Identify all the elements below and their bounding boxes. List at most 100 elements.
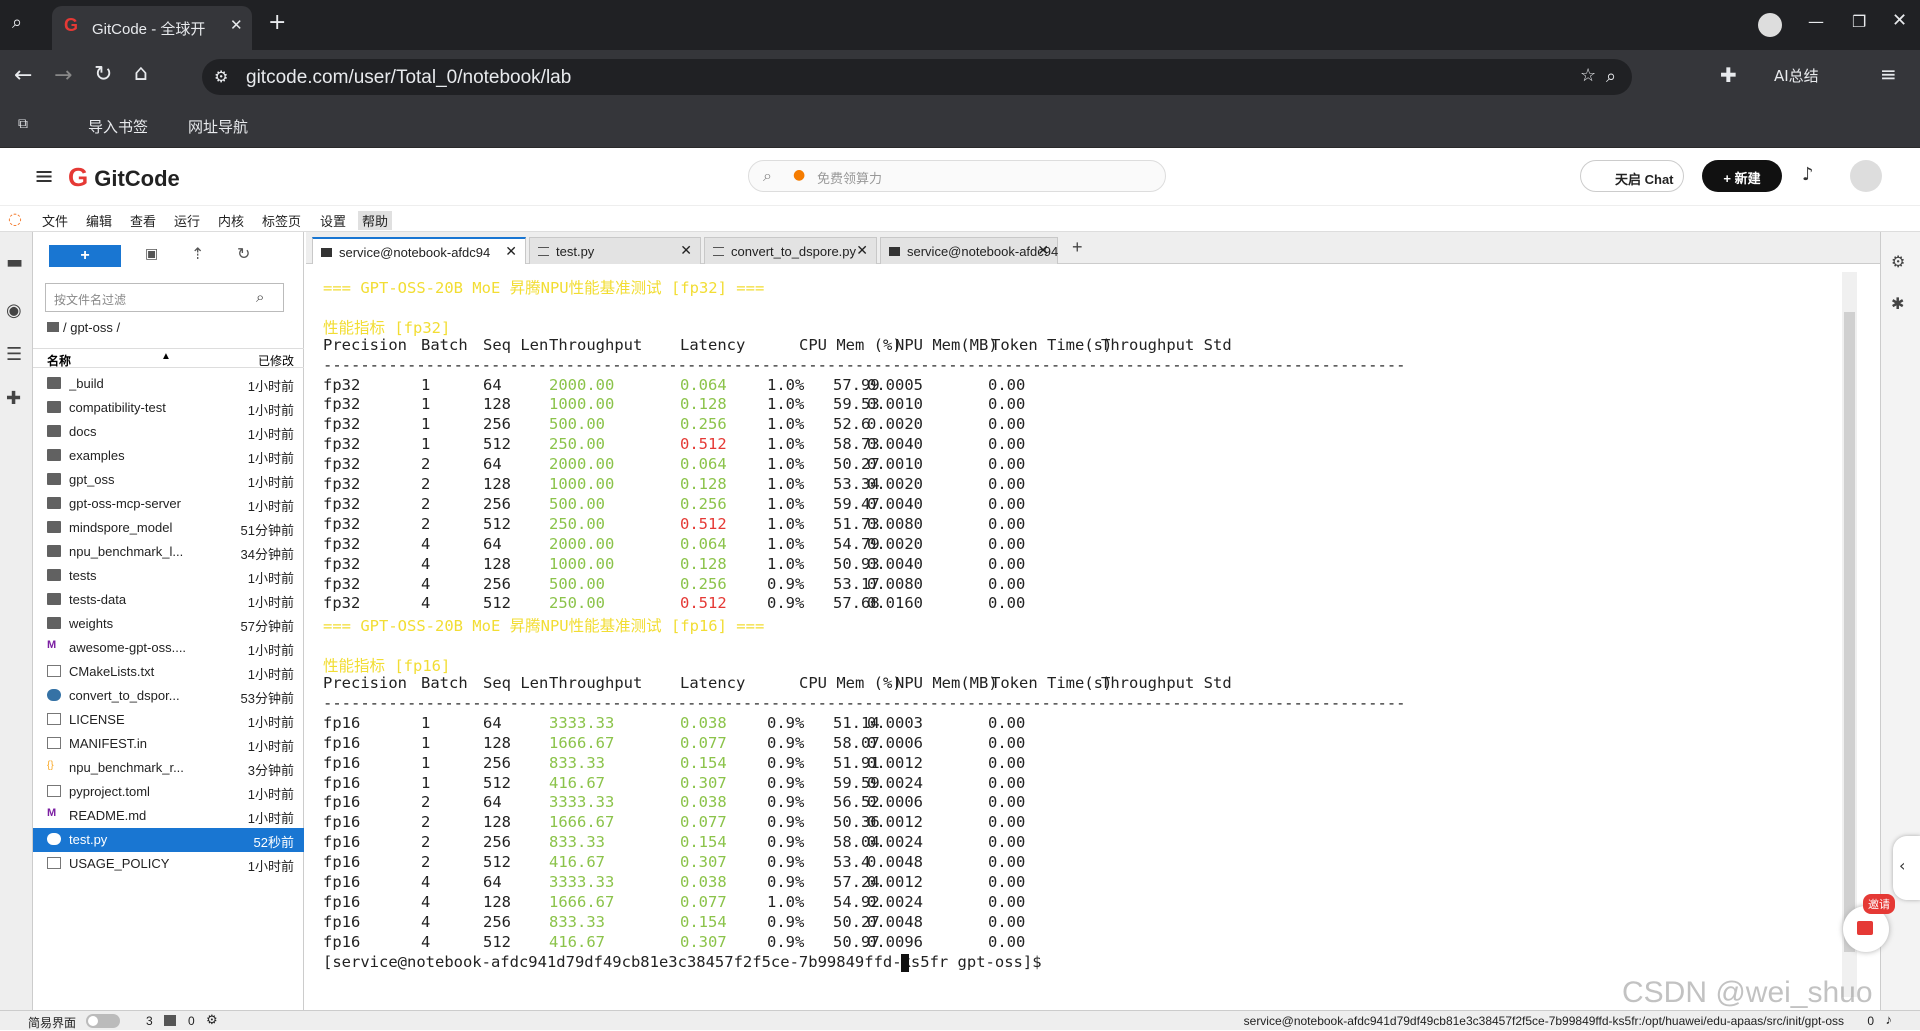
folder-icon[interactable]: ▬ — [6, 252, 23, 273]
file-row[interactable]: _build 1小时前 — [33, 372, 304, 396]
menu-view[interactable]: 查看 — [130, 211, 156, 230]
close-tab-icon[interactable]: ✕ — [505, 243, 517, 260]
bookmark-import[interactable]: 导入书签 — [88, 116, 148, 137]
site-info-icon[interactable]: ⚙ — [214, 67, 228, 86]
gitcode-logo[interactable]: G GitCode — [68, 162, 180, 193]
col-name-header[interactable]: 名称 — [47, 352, 71, 369]
close-tab-icon[interactable]: ✕ — [230, 16, 243, 34]
reload-icon[interactable]: ↻ — [94, 62, 112, 87]
forward-icon[interactable]: → — [54, 63, 72, 88]
file-row[interactable]: mindspore_model 51分钟前 — [33, 516, 304, 540]
file-row[interactable]: weights 57分钟前 — [33, 612, 304, 636]
tab-search-icon[interactable]: ⌕ — [12, 12, 22, 33]
bell-icon[interactable]: ♪ — [1802, 164, 1814, 185]
file-modified: 1小时前 — [247, 811, 294, 826]
simple-mode-toggle[interactable] — [86, 1014, 120, 1028]
bookmark-star-icon[interactable]: ☆ — [1580, 65, 1596, 86]
menu-file[interactable]: 文件 — [42, 211, 68, 230]
file-row[interactable]: convert_to_dspor... 53分钟前 — [33, 684, 304, 708]
file-row[interactable]: tests-data 1小时前 — [33, 588, 304, 612]
terminal-cell: 0.077 — [680, 733, 727, 752]
extension-icon[interactable]: ✚ — [6, 388, 21, 409]
file-row[interactable]: pyproject.toml 1小时前 — [33, 780, 304, 804]
tianqi-chat-button[interactable]: 天启 Chat — [1580, 160, 1684, 192]
file-row[interactable]: USAGE_POLICY 1小时前 — [33, 852, 304, 876]
menu-settings[interactable]: 设置 — [320, 211, 346, 230]
terminal-cell: fp16 — [323, 813, 361, 832]
user-avatar[interactable] — [1850, 160, 1882, 192]
file-row[interactable]: gpt-oss-mcp-server 1小时前 — [33, 492, 304, 516]
browser-tab[interactable]: G GitCode - 全球开 ✕ — [52, 6, 252, 50]
notification-bell-icon[interactable]: ♪ — [1886, 1012, 1893, 1027]
terminal-status-icon[interactable] — [164, 1015, 176, 1026]
col-modified-header[interactable]: 已修改 — [258, 352, 294, 369]
doc-tab[interactable]: service@notebook-afdc94 ✕ — [312, 237, 526, 264]
invite-widget[interactable]: 邀请 — [1843, 894, 1895, 952]
doc-tab[interactable]: test.py ✕ — [529, 237, 701, 264]
file-row[interactable]: Mawesome-gpt-oss.... 1小时前 — [33, 636, 304, 660]
running-icon[interactable]: ◉ — [6, 300, 22, 321]
menu-help[interactable]: 帮助 — [358, 211, 393, 230]
file-row[interactable]: LICENSE 1小时前 — [33, 708, 304, 732]
file-filter-input[interactable]: 按文件名过滤 ⌕ — [45, 283, 284, 312]
profile-avatar-icon[interactable] — [1758, 13, 1782, 37]
minimize-icon[interactable]: — — [1808, 12, 1824, 31]
menu-tabs[interactable]: 标签页 — [262, 211, 301, 230]
property-inspector-icon[interactable]: ⚙ — [1891, 252, 1905, 271]
refresh-icon[interactable]: ↻ — [237, 244, 250, 263]
terminal-cell: 1000.00 — [549, 475, 615, 493]
hamburger-icon[interactable]: ≡ — [34, 162, 54, 190]
debugger-icon[interactable]: ✱ — [1891, 294, 1904, 313]
file-row[interactable]: test.py 52秒前 — [33, 828, 304, 852]
doc-tab[interactable]: convert_to_dspore.py ✕ — [704, 237, 877, 264]
add-tab-icon[interactable]: + — [1072, 237, 1083, 258]
menu-edit[interactable]: 编辑 — [86, 211, 112, 230]
toc-icon[interactable]: ☰ — [6, 344, 22, 365]
file-row[interactable]: examples 1小时前 — [33, 444, 304, 468]
file-row[interactable]: {} npu_benchmark_r... 3分钟前 — [33, 756, 304, 780]
close-window-icon[interactable]: ✕ — [1892, 10, 1907, 31]
doc-tab[interactable]: service@notebook-afdc94 ✕ — [880, 237, 1058, 264]
restore-icon[interactable]: ❐ — [1852, 12, 1866, 31]
close-tab-icon[interactable]: ✕ — [680, 242, 692, 259]
file-row[interactable]: gpt_oss 1小时前 — [33, 468, 304, 492]
url-field[interactable]: ⚙ gitcode.com/user/Total_0/notebook/lab … — [202, 59, 1632, 95]
file-row[interactable]: docs 1小时前 — [33, 420, 304, 444]
file-icon — [47, 737, 61, 749]
terminal-panel[interactable]: === GPT-OSS-20B MoE 昇腾NPU性能基准测试 [fp32] =… — [312, 272, 1857, 997]
ai-summary-button[interactable]: AI总结 — [1774, 65, 1819, 86]
collapse-panel-button[interactable]: ‹ — [1893, 836, 1920, 900]
file-row[interactable]: npu_benchmark_l... 34分钟前 — [33, 540, 304, 564]
new-folder-icon[interactable]: ▣ — [145, 246, 158, 262]
scroll-thumb[interactable] — [1844, 312, 1855, 952]
file-row[interactable]: tests 1小时前 — [33, 564, 304, 588]
home-icon[interactable]: ⌂ — [134, 61, 148, 86]
site-search-input[interactable]: ⌕ ● 免费领算力 — [748, 160, 1166, 192]
upload-icon[interactable]: ⇡ — [191, 244, 204, 263]
terminal-cell: 0.307 — [680, 773, 727, 792]
new-tab-icon[interactable]: + — [268, 10, 286, 35]
zoom-icon[interactable]: ⌕ — [1606, 66, 1616, 87]
terminal-scrollbar[interactable] — [1842, 272, 1857, 997]
close-tab-icon[interactable]: ✕ — [1037, 242, 1049, 259]
new-launcher-button[interactable]: + — [49, 245, 121, 267]
extensions-icon[interactable]: ✚ — [1720, 63, 1737, 87]
gift-icon — [1857, 921, 1873, 935]
close-tab-icon[interactable]: ✕ — [856, 242, 868, 259]
menu-icon[interactable]: ≡ — [1880, 62, 1897, 86]
sort-asc-icon[interactable]: ▲ — [161, 351, 171, 362]
terminal-cell: 2 — [421, 833, 431, 852]
breadcrumb[interactable]: / gpt-oss / — [47, 320, 120, 335]
menu-run[interactable]: 运行 — [174, 211, 200, 230]
new-button[interactable]: + 新建 — [1702, 160, 1782, 192]
file-row[interactable]: compatibility-test 1小时前 — [33, 396, 304, 420]
bookmark-nav[interactable]: 网址导航 — [188, 116, 248, 137]
kernel-status-icon[interactable]: ⚙ — [206, 1012, 218, 1028]
terminal-cell: fp32 — [323, 375, 361, 394]
menu-kernel[interactable]: 内核 — [218, 211, 244, 230]
file-row[interactable]: M README.md 1小时前 — [33, 804, 304, 828]
tabs-icon[interactable]: ⧉ — [18, 116, 28, 132]
file-row[interactable]: CMakeLists.txt 1小时前 — [33, 660, 304, 684]
file-row[interactable]: MANIFEST.in 1小时前 — [33, 732, 304, 756]
back-icon[interactable]: ← — [14, 63, 32, 88]
